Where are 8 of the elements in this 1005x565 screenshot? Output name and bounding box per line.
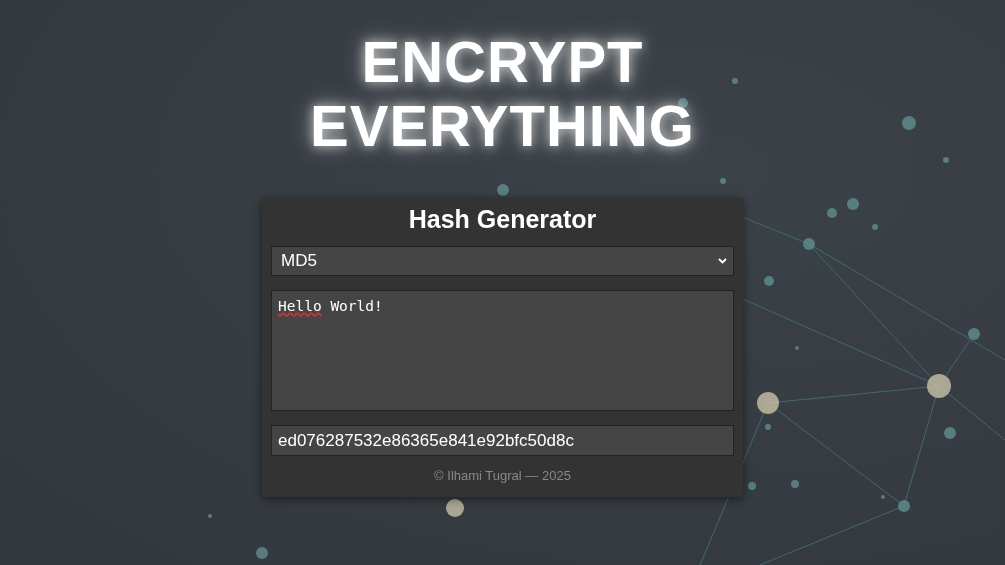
input-textarea[interactable]: Hello World! xyxy=(271,290,734,411)
chevron-down-icon xyxy=(718,258,727,264)
hash-output-field[interactable]: ed076287532e86365e841e92bfc50d8c xyxy=(271,425,734,456)
algorithm-select[interactable]: MD5 xyxy=(271,246,734,276)
headline-text: ENCRYPT xyxy=(361,30,644,94)
headline-text: EVERYTHING xyxy=(310,94,695,158)
footer-text: © Ilhami Tugral — 2025 xyxy=(433,468,572,483)
card-title: Hash Generator xyxy=(407,204,598,234)
